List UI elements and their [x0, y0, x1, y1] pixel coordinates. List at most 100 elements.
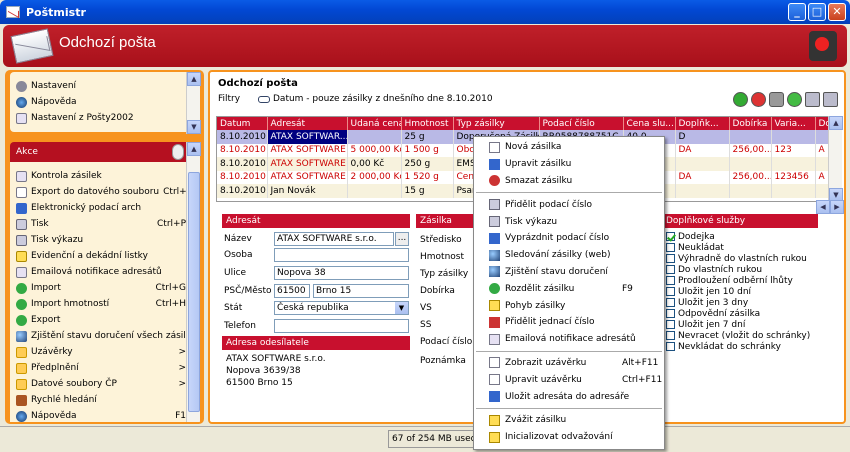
add-icon[interactable] — [733, 92, 748, 107]
service-checkbox-row[interactable]: Uložit jen 10 dní — [666, 286, 751, 297]
columns-icon[interactable] — [823, 92, 838, 107]
menu-item-nova-zasilka[interactable]: Nová zásilka — [474, 139, 664, 156]
akce-item[interactable]: Export do datového souboru Ctrl+E — [10, 184, 192, 200]
column-header[interactable]: Udaná cena — [347, 117, 402, 130]
column-header[interactable]: Adresát — [267, 117, 348, 130]
menu-item-zjisteni-stavu[interactable]: Zjištění stavu doručení — [474, 264, 664, 281]
service-checkbox-row[interactable]: Výhradně do vlastních rukou — [666, 253, 807, 264]
table-vertical-scrollbar[interactable]: ▲ ▼ — [828, 116, 843, 202]
column-header[interactable]: Typ zásilky — [453, 117, 540, 130]
checkbox[interactable] — [666, 265, 675, 274]
scroll-up-button[interactable]: ▲ — [829, 116, 843, 130]
service-checkbox-row[interactable]: Do vlastních rukou — [666, 264, 762, 275]
table-horizontal-scrollbar[interactable]: ◀ ▶ — [816, 200, 844, 214]
menu-item-zobrazit-uzaverku[interactable]: Zobrazit uzávěrku Alt+F11 — [474, 355, 664, 372]
column-header[interactable]: Dobírka — [729, 117, 772, 130]
service-checkbox-row[interactable]: Nevkládat do schránky — [666, 341, 781, 352]
menu-item-zvazit-zasilku[interactable]: Zvážit zásilku — [474, 412, 664, 429]
menu-item-tisk-vykazu[interactable]: Tisk výkazu — [474, 213, 664, 230]
sidebar-item-nastaveni-posty[interactable]: Nastavení z Pošty2002 — [10, 110, 190, 126]
telefon-input[interactable] — [274, 319, 409, 333]
service-checkbox-row[interactable]: Uložit jen 7 dní — [666, 319, 745, 330]
menu-item-inicializovat-odvazovani[interactable]: Inicializovat odvažování — [474, 429, 664, 446]
scroll-up-button[interactable]: ▲ — [187, 72, 201, 86]
settings-icon[interactable] — [769, 92, 784, 107]
scroll-left-button[interactable]: ◀ — [816, 200, 830, 214]
column-header[interactable]: Hmotnost — [401, 117, 454, 130]
checkbox[interactable] — [666, 243, 675, 252]
stat-select[interactable]: ▼ Česká republika — [274, 301, 409, 315]
psc-input[interactable]: 61500 — [274, 284, 310, 298]
akce-item[interactable]: Import Ctrl+G — [10, 280, 190, 296]
menu-item-vyprazdnit-podaci-cislo[interactable]: Vyprázdnit podací číslo — [474, 230, 664, 247]
service-checkbox-row[interactable]: Uložit jen 3 dny — [666, 297, 748, 308]
akce-item[interactable]: Předplnění > — [10, 360, 190, 376]
menu-item-ulozit-adresata[interactable]: Uložit adresáta do adresáře — [474, 388, 664, 405]
sidebar-item-nastaveni[interactable]: Nastavení — [10, 78, 190, 94]
field-label: Typ zásilky — [420, 269, 469, 279]
service-checkbox-row[interactable]: Dodejka — [666, 231, 715, 242]
akce-scrollbar[interactable]: ▲ — [186, 142, 201, 422]
menu-item-upravit-zasilku[interactable]: Upravit zásilku — [474, 156, 664, 173]
column-header[interactable]: Datum — [217, 117, 268, 130]
checkbox[interactable] — [666, 298, 675, 307]
scroll-thumb[interactable] — [188, 172, 200, 412]
column-header[interactable]: Podací číslo — [539, 117, 624, 130]
service-checkbox-row[interactable]: Nevracet (vložit do schránky) — [666, 330, 810, 341]
checkbox[interactable] — [666, 276, 675, 285]
checkbox[interactable] — [666, 309, 675, 318]
menu-item-emailova-notifikace[interactable]: Emailová notifikace adresátů — [474, 331, 664, 348]
minimize-button[interactable]: _ — [788, 3, 806, 21]
menu-item-pohyb-zasilky[interactable]: Pohyb zásilky — [474, 297, 664, 314]
menu-item-upravit-uzaverku[interactable]: Upravit uzávěrku Ctrl+F11 — [474, 371, 664, 388]
sidebar-top-scrollbar[interactable]: ▲ ▼ — [186, 72, 201, 134]
akce-item[interactable]: Uzávěrky > — [10, 344, 190, 360]
filter-link[interactable]: Datum - pouze zásilky z dnešního dne 8.1… — [258, 94, 493, 104]
browse-button[interactable]: ... — [395, 232, 409, 246]
akce-item[interactable]: Tisk Ctrl+P — [10, 216, 190, 232]
osoba-input[interactable] — [274, 248, 409, 262]
menu-item-rozdelit-zasilku[interactable]: Rozdělit zásilku F9 — [474, 280, 664, 297]
akce-item[interactable]: Export — [10, 312, 190, 328]
akce-item[interactable]: Datové soubory ČP > — [10, 376, 190, 392]
close-button[interactable]: ✕ — [828, 3, 846, 21]
nazev-input[interactable]: ATAX SOFTWARE s.r.o. — [274, 232, 394, 246]
refresh-icon[interactable] — [787, 92, 802, 107]
menu-item-pridelit-podaci-cislo[interactable]: Přidělit podací číslo — [474, 196, 664, 213]
column-header[interactable]: Doplňk... — [675, 117, 730, 130]
scroll-up-button[interactable]: ▲ — [187, 142, 201, 156]
maximize-button[interactable]: □ — [808, 3, 826, 21]
akce-item[interactable]: Nápověda F1 — [10, 408, 190, 422]
column-header[interactable]: Varia... — [771, 117, 816, 130]
checkbox[interactable] — [666, 287, 675, 296]
akce-item[interactable]: Kontrola zásilek — [10, 168, 190, 184]
akce-item[interactable]: Evidenční a dekádní listky — [10, 248, 190, 264]
akce-item[interactable]: Import hmotností Ctrl+H — [10, 296, 190, 312]
ulice-input[interactable]: Nopova 38 — [274, 266, 409, 280]
checkbox[interactable] — [666, 320, 675, 329]
checkbox[interactable] — [666, 331, 675, 340]
scroll-down-button[interactable]: ▼ — [187, 120, 201, 134]
checkbox[interactable] — [666, 342, 675, 351]
service-checkbox-row[interactable]: Prodloužení odběrní lhůty — [666, 275, 793, 286]
print-icon[interactable] — [805, 92, 820, 107]
sidebar-item-napoveda[interactable]: Nápověda — [10, 94, 190, 110]
remove-icon[interactable] — [751, 92, 766, 107]
akce-panel-header[interactable]: Akce — [10, 142, 190, 162]
akce-item[interactable]: Elektronický podací arch — [10, 200, 190, 216]
checkbox[interactable] — [666, 254, 675, 263]
akce-item[interactable]: Rychlé hledání — [10, 392, 190, 408]
menu-item-label: Uložit adresáta do adresáře — [505, 391, 630, 402]
city-input[interactable]: Brno 15 — [313, 284, 409, 298]
akce-item[interactable]: Tisk výkazu — [10, 232, 190, 248]
menu-item-pridelit-jednaci-cislo[interactable]: Přidělit jednací číslo — [474, 314, 664, 331]
akce-item[interactable]: Zjištění stavu doručení všech zásilek — [10, 328, 197, 344]
scroll-right-button[interactable]: ▶ — [830, 200, 844, 214]
column-header[interactable]: Cena slu... — [623, 117, 676, 130]
menu-item-smazat-zasilku[interactable]: Smazat zásilku — [474, 173, 664, 190]
service-checkbox-row[interactable]: Odpovědní zásilka — [666, 308, 760, 319]
akce-item[interactable]: Emailová notifikace adresátů — [10, 264, 190, 280]
checkbox[interactable] — [666, 232, 675, 241]
menu-item-sledovani-zasilky[interactable]: Sledování zásilky (web) — [474, 247, 664, 264]
service-checkbox-row[interactable]: Neukládat — [666, 242, 724, 253]
